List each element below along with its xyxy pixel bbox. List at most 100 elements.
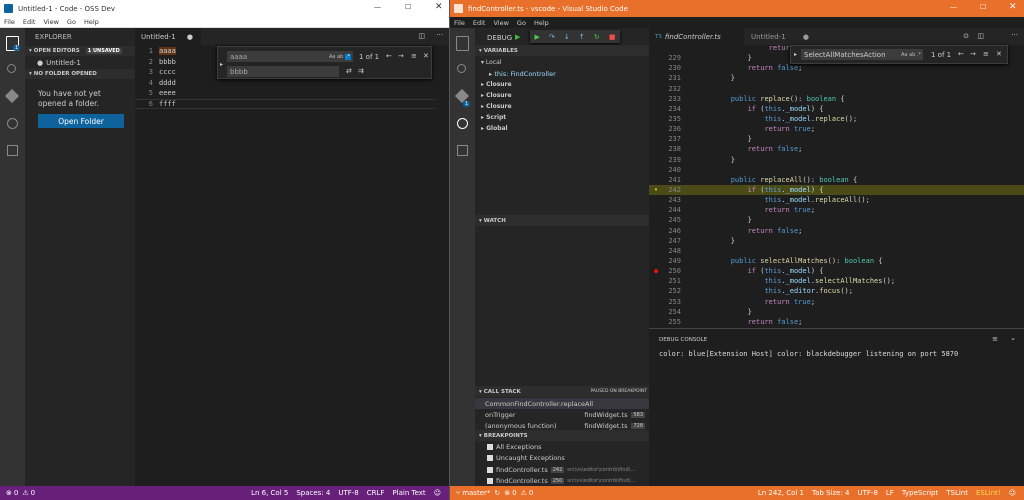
errors-icon[interactable]: ⊗ bbox=[6, 489, 12, 497]
replace-icon[interactable]: ⇄ bbox=[346, 67, 352, 75]
clear-console-icon[interactable]: ≡ bbox=[992, 335, 998, 343]
stack-frame[interactable]: onTrigger findWidget.ts 583 bbox=[475, 409, 649, 420]
find-in-selection-icon[interactable]: ≡ bbox=[983, 50, 989, 58]
replace-all-icon[interactable]: ⇉ bbox=[358, 67, 364, 75]
indentation[interactable]: Spaces: 4 bbox=[296, 489, 330, 497]
next-match-icon[interactable]: → bbox=[398, 52, 404, 60]
checkbox-checked-icon[interactable] bbox=[487, 478, 493, 485]
feedback-icon[interactable]: ☺ bbox=[434, 489, 441, 497]
menu-help[interactable]: Help bbox=[84, 18, 99, 26]
extensions-icon[interactable] bbox=[7, 145, 18, 156]
scope-local[interactable]: ▾ Local bbox=[481, 59, 501, 66]
close-find-icon[interactable]: ✕ bbox=[423, 52, 429, 60]
variable-this[interactable]: ▸ this: FindController bbox=[489, 70, 556, 78]
git-icon[interactable] bbox=[4, 88, 20, 104]
open-changes-icon[interactable]: ⊙ bbox=[963, 32, 969, 40]
encoding[interactable]: UTF-8 bbox=[858, 489, 878, 497]
warnings-icon[interactable]: ⚠ bbox=[521, 489, 527, 497]
error-count[interactable]: 0 bbox=[512, 489, 516, 497]
eslint-status[interactable]: ESLint! bbox=[976, 489, 1001, 497]
search-icon[interactable] bbox=[7, 64, 16, 73]
open-editor-item[interactable]: ● Untitled-1 bbox=[37, 59, 81, 67]
stop-icon[interactable]: ■ bbox=[609, 33, 616, 41]
menu-file[interactable]: File bbox=[4, 18, 15, 26]
tslint-status[interactable]: TSLint bbox=[946, 489, 968, 497]
menu-edit[interactable]: Edit bbox=[23, 18, 36, 26]
breakpoints-header[interactable]: ▾ BREAKPOINTS bbox=[475, 430, 649, 441]
error-count[interactable]: 0 bbox=[14, 489, 18, 497]
breakpoint-item[interactable]: All Exceptions bbox=[475, 441, 649, 453]
minimize-icon[interactable]: — bbox=[950, 3, 957, 11]
menu-go[interactable]: Go bbox=[517, 19, 526, 27]
step-over-icon[interactable]: ↷ bbox=[549, 33, 555, 41]
branch-icon[interactable]: ⑂ bbox=[456, 489, 460, 497]
toggle-replace-icon[interactable]: ▸ bbox=[220, 61, 223, 68]
restart-icon[interactable]: ↻ bbox=[594, 33, 600, 41]
sync-icon[interactable]: ↻ bbox=[494, 489, 500, 497]
errors-icon[interactable]: ⊗ bbox=[504, 489, 510, 497]
watch-header[interactable]: ▾ WATCH bbox=[475, 215, 649, 226]
encoding[interactable]: UTF-8 bbox=[338, 489, 358, 497]
current-stack-frame-icon[interactable]: ➧ bbox=[649, 186, 663, 194]
menu-file[interactable]: File bbox=[454, 19, 465, 27]
variables-header[interactable]: ▾ VARIABLES bbox=[475, 45, 649, 56]
close-icon[interactable]: ✕ bbox=[1009, 2, 1017, 12]
breakpoint-item[interactable]: Uncaught Exceptions bbox=[475, 453, 649, 465]
language-mode[interactable]: Plain Text bbox=[392, 489, 425, 497]
maximize-icon[interactable]: ☐ bbox=[980, 3, 986, 11]
warnings-icon[interactable]: ⚠ bbox=[22, 489, 28, 497]
branch-name[interactable]: master* bbox=[462, 489, 490, 497]
menu-help[interactable]: Help bbox=[534, 19, 549, 27]
split-editor-icon[interactable]: ◫ bbox=[418, 32, 425, 40]
eol[interactable]: LF bbox=[886, 489, 894, 497]
open-folder-button[interactable]: Open Folder bbox=[38, 114, 124, 128]
debug-console-title[interactable]: DEBUG CONSOLE bbox=[659, 337, 707, 343]
scope-item[interactable]: ▸ Global bbox=[481, 125, 512, 136]
close-icon[interactable]: ✕ bbox=[435, 2, 443, 12]
close-find-icon[interactable]: ✕ bbox=[996, 50, 1002, 58]
extensions-icon[interactable] bbox=[457, 145, 468, 156]
next-match-icon[interactable]: → bbox=[970, 50, 976, 58]
eol[interactable]: CRLF bbox=[367, 489, 385, 497]
scope-item[interactable]: ▸ Closure bbox=[481, 92, 512, 103]
menu-view[interactable]: View bbox=[43, 18, 58, 26]
checkbox-checked-icon[interactable] bbox=[487, 466, 493, 473]
menu-view[interactable]: View bbox=[493, 19, 508, 27]
cursor-position[interactable]: Ln 6, Col 5 bbox=[251, 489, 288, 497]
find-input[interactable]: aaaa Aa ab .* bbox=[227, 51, 353, 62]
continue-icon[interactable]: ▶ bbox=[535, 33, 540, 41]
toggle-replace-icon[interactable]: ▸ bbox=[794, 51, 797, 58]
feedback-icon[interactable]: ☺ bbox=[1009, 489, 1016, 497]
stack-frame[interactable]: CommonFindController.replaceAll bbox=[475, 398, 649, 409]
find-input[interactable]: SelectAllMatchesAction Aa ab .* bbox=[801, 49, 923, 60]
call-stack-header[interactable]: ▾ CALL STACK PAUSED ON BREAKPOINT bbox=[475, 386, 649, 397]
find-in-selection-icon[interactable]: ≡ bbox=[411, 52, 417, 60]
checkbox-checked-icon[interactable] bbox=[487, 443, 493, 450]
explorer-icon[interactable] bbox=[456, 36, 469, 51]
tab-untitled[interactable]: Untitled-1 ● bbox=[135, 28, 201, 45]
no-folder-header[interactable]: ▾ NO FOLDER OPENED bbox=[25, 69, 135, 79]
debug-icon[interactable] bbox=[457, 118, 468, 129]
scope-item[interactable]: ▸ Closure bbox=[481, 81, 512, 92]
debug-icon[interactable] bbox=[7, 118, 18, 129]
breakpoint-item[interactable]: findController.ts 242 src\vs\editor\contri… bbox=[475, 464, 649, 476]
menu-edit[interactable]: Edit bbox=[473, 19, 486, 27]
start-debug-icon[interactable]: ▶ bbox=[515, 33, 520, 41]
indentation[interactable]: Tab Size: 4 bbox=[812, 489, 849, 497]
more-actions-icon[interactable]: ··· bbox=[1011, 31, 1018, 39]
prev-match-icon[interactable]: ← bbox=[958, 50, 964, 58]
warning-count[interactable]: 0 bbox=[529, 489, 533, 497]
scope-item[interactable]: ▸ Closure bbox=[481, 103, 512, 114]
minimize-icon[interactable]: — bbox=[374, 3, 381, 11]
replace-input[interactable]: bbbb bbox=[227, 66, 339, 77]
right-editor[interactable]: return true;229 }230 return false;231 }2… bbox=[649, 43, 1024, 326]
step-out-icon[interactable]: ↑ bbox=[579, 33, 585, 41]
split-editor-icon[interactable]: ◫ bbox=[977, 32, 984, 40]
checkbox-checked-icon[interactable] bbox=[487, 455, 493, 462]
maximize-icon[interactable]: ☐ bbox=[405, 3, 411, 11]
more-actions-icon[interactable]: ··· bbox=[436, 31, 443, 39]
warning-count[interactable]: 0 bbox=[31, 489, 35, 497]
breakpoint-icon[interactable]: ● bbox=[649, 267, 663, 275]
cursor-position[interactable]: Ln 242, Col 1 bbox=[758, 489, 804, 497]
search-icon[interactable] bbox=[457, 64, 466, 73]
